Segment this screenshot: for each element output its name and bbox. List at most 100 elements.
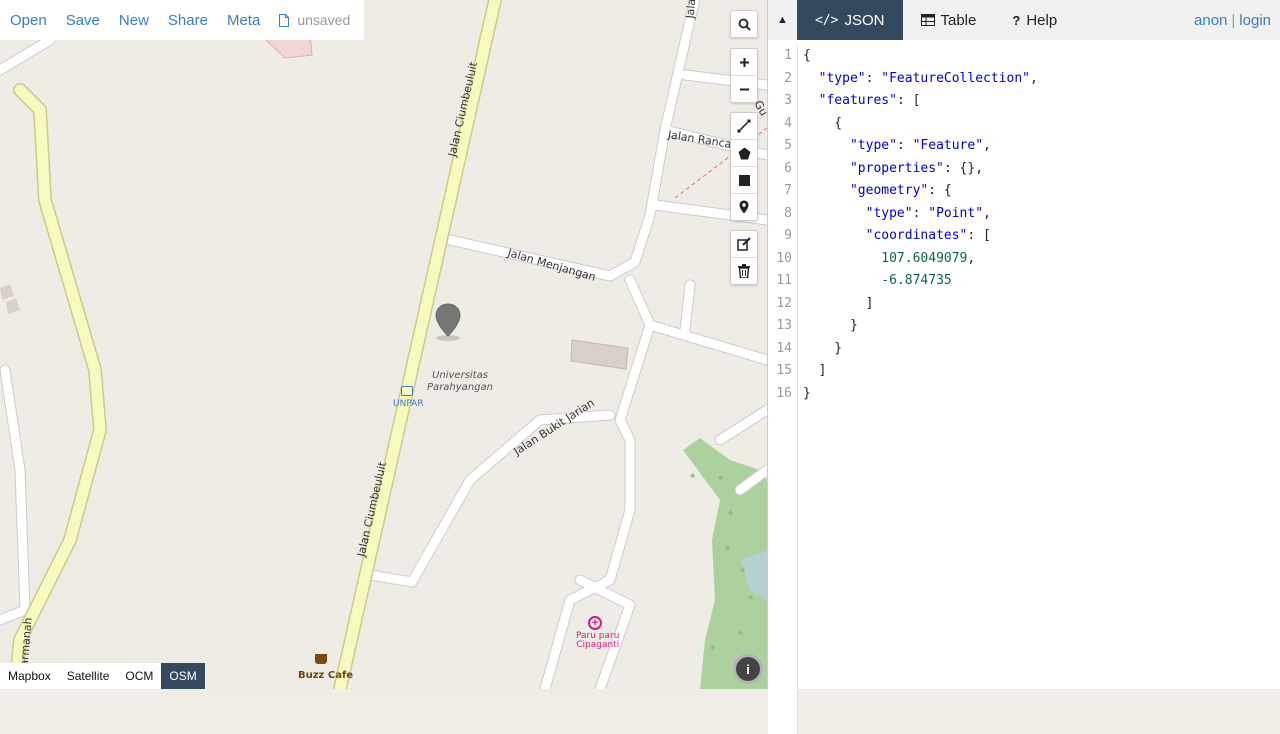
json-key: "properties" [849,160,944,176]
svg-text:♣: ♣ [725,543,731,552]
json-string: "Point" [928,205,984,221]
draw-marker-button[interactable] [731,194,757,220]
code-icon: </> [815,12,839,28]
svg-text:♣: ♣ [738,628,744,637]
bus-stop-label: UNPAR [393,399,424,409]
layer-mapbox[interactable]: Mapbox [0,663,59,689]
svg-text:♣: ♣ [710,643,716,652]
code-line: "geometry": { [849,183,952,198]
code-line: } [803,385,811,401]
building [570,339,629,370]
tab-label: JSON [844,11,885,29]
share-button[interactable]: Share [168,12,208,29]
code-line: "type": "Feature", [849,138,991,153]
line-number: 9 [784,228,792,243]
search-icon [738,18,751,31]
map-canvas[interactable]: ♣ ♣ ♣ ♣ ♣ ♣ ♣ ♣ Jalan Ciumbeuluit Jalan … [0,0,767,689]
unsaved-label: unsaved [297,12,351,28]
delete-layers-button[interactable] [731,258,757,284]
bus-stop-icon [401,386,413,396]
search-button[interactable] [731,11,757,37]
code-line: "coordinates": [ [865,228,991,243]
document-status: unsaved [279,12,350,28]
cafe-label: Buzz Cafe [298,670,354,681]
line-number: 6 [784,160,792,176]
line-number: 8 [784,205,792,221]
line-number: 1 [784,48,792,63]
json-string: "FeatureCollection" [881,70,1030,86]
json-key: "type" [818,70,866,86]
tab-json[interactable]: </> JSON [797,0,903,40]
search-control [730,10,758,38]
info-icon[interactable]: i [733,654,763,684]
clinic-icon: + [588,616,602,630]
save-button[interactable]: Save [66,12,100,29]
layer-switcher: Mapbox Satellite OCM OSM [0,663,205,689]
building [6,298,20,314]
line-number: 11 [776,273,792,288]
code-line: "properties": {}, [849,160,984,176]
zoom-in-button[interactable] [731,49,757,76]
cafe-icon [315,654,327,664]
svg-text:♣: ♣ [748,593,754,602]
json-key: "coordinates" [865,228,968,243]
caret-up-icon: ▲ [777,14,788,26]
plus-icon [739,57,749,67]
new-button[interactable]: New [119,12,149,29]
code-line: { [803,48,811,63]
edit-icon [737,237,751,251]
collapse-pane-button[interactable]: ▲ [768,0,797,40]
question-icon: ? [1012,12,1021,28]
layer-ocm[interactable]: OCM [117,663,161,689]
place-label-university: Universitas Parahyangan [427,370,493,393]
code-content: { "type": "FeatureCollection", "features… [803,45,1038,405]
code-line: "type": "FeatureCollection", [818,70,1038,86]
svg-text:♣: ♣ [740,565,746,574]
line-number: 7 [784,183,792,198]
open-button[interactable]: Open [10,12,47,29]
user-name-link[interactable]: anon [1194,12,1227,29]
draw-rectangle-button[interactable] [731,167,757,194]
draw-control [730,112,758,221]
zoom-out-button[interactable] [731,76,757,102]
login-link[interactable]: login [1239,12,1271,29]
json-editor[interactable]: 1 2 3 4 5 6 7 8 9 10 11 12 13 14 15 16 {… [768,45,1280,734]
editor-pane: ▲ </> JSON Table ? Help anon | login 1 2… [767,0,1280,734]
code-line: "type": "Point", [865,205,991,221]
polyline-icon [737,119,751,133]
pane-header: ▲ </> JSON Table ? Help anon | login [768,0,1280,40]
line-number: 16 [776,385,792,401]
trash-icon [738,264,750,278]
tab-label: Table [940,11,977,29]
building [0,284,14,300]
layer-satellite[interactable]: Satellite [59,663,118,689]
tab-table[interactable]: Table [903,0,995,40]
marker-icon [739,200,749,214]
meta-button[interactable]: Meta [227,12,260,29]
separator: | [1231,11,1236,29]
edit-control [730,230,758,285]
draw-line-button[interactable] [731,113,757,140]
json-key: "features" [818,93,897,108]
code-line: { [803,115,843,131]
json-key: "geometry" [849,183,929,198]
draw-polygon-button[interactable] [731,140,757,167]
json-number: 107.6049079 [881,250,968,266]
svg-text:♣: ♣ [690,471,696,480]
code-line: } [803,318,858,333]
line-number: 3 [784,93,792,108]
zoom-control [730,48,758,103]
point-marker[interactable] [435,303,461,337]
tab-help[interactable]: ? Help [994,0,1075,40]
line-number: 4 [784,115,792,131]
tab-label: Help [1026,11,1058,29]
polygon-icon [738,147,750,159]
json-key: "type" [865,205,913,221]
code-line: ] [803,295,874,311]
edit-layers-button[interactable] [731,231,757,258]
clinic-label: Paru paru Cipaganti [576,631,620,650]
layer-osm[interactable]: OSM [161,663,205,689]
file-menu-bar: Open Save New Share Meta unsaved [0,0,364,40]
line-number: 10 [776,250,792,266]
svg-text:♣: ♣ [728,508,734,517]
